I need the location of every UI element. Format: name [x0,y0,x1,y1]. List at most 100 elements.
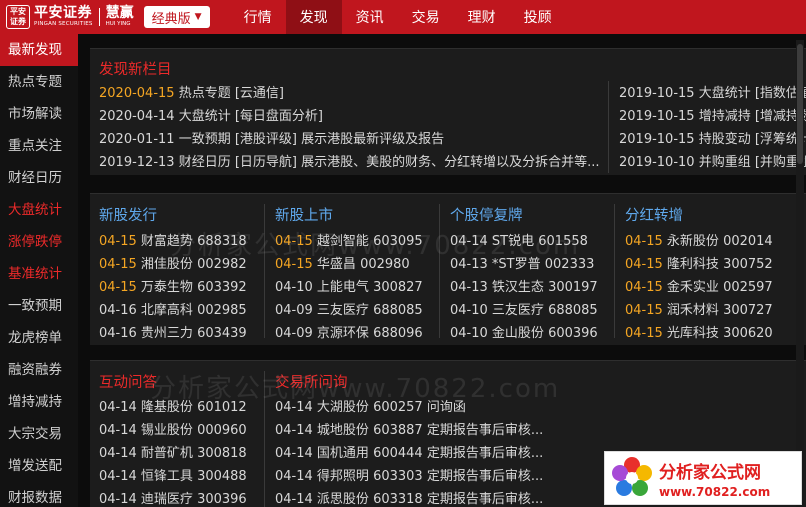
new-column-item[interactable]: 2020-04-15 热点专题 [云通信] [99,82,284,101]
new-column-item[interactable]: 2019-10-15 持股变动 [浮筹统计 [619,128,806,147]
sidebar-item-placement[interactable]: 增发送配 [0,450,78,482]
item-date: 04-16 [99,326,137,341]
item-text: 热点专题 [云通信] [174,86,284,101]
new-column-item[interactable]: 2020-04-14 大盘统计 [每日盘面分析] [99,105,323,124]
listing-title[interactable]: 新股上市 [275,204,333,225]
item-date: 04-16 [99,303,137,318]
new-column-item[interactable]: 2020-01-11 一致预期 [港股评级] 展示港股最新评级及报告 [99,128,444,147]
new-columns-title: 发现新栏目 [99,62,172,78]
nav-tab-discover[interactable]: 发现 [285,0,342,34]
list-item[interactable]: 04-14 恒锋工具 300488 [99,465,247,484]
list-item[interactable]: 04-14 ST锐电 601558 [450,230,588,249]
sidebar-item-focus[interactable]: 重点关注 [0,130,78,162]
item-date: 04-14 [99,423,137,438]
list-item[interactable]: 04-15 湘佳股份 002982 [99,253,247,272]
list-item[interactable]: 04-15 润禾材料 300727 [625,299,773,318]
stock-name: 贵州三力 [140,326,193,341]
list-item[interactable]: 04-16 北摩高科 002985 [99,299,247,318]
sidebar-item-benchmark-stats[interactable]: 基准统计 [0,258,78,290]
list-item[interactable]: 04-15 华盛昌 002980 [275,253,410,272]
stock-name: 华盛昌 [316,257,356,272]
sidebar-item-latest[interactable]: 最新发现 [0,34,78,66]
scrollbar-thumb[interactable] [797,44,803,164]
list-item[interactable]: 04-14 耐普矿机 300818 [99,442,247,461]
list-item[interactable]: 04-16 贵州三力 603439 [99,322,247,341]
resume-title[interactable]: 个股停复牌 [450,204,523,225]
list-item[interactable]: 04-10 上能电气 300827 [275,276,423,295]
new-column-item[interactable]: 2019-10-10 并购重组 [并购重组 [619,151,806,170]
item-date: 04-10 [450,326,488,341]
list-item[interactable]: 04-14 隆基股份 601012 [99,396,247,415]
product-name: 慧赢 [105,5,134,22]
stock-name: 万泰生物 [140,280,193,295]
qa-title[interactable]: 互动问答 [99,371,157,392]
nav-tab-wealth[interactable]: 理财 [454,0,510,34]
list-item[interactable]: 04-14 锡业股份 000960 [99,419,247,438]
sidebar-item-margin[interactable]: 融资融券 [0,354,78,386]
edition-label: 经典版 [151,11,191,27]
stock-code: 601012 [197,400,247,415]
item-text: 持股变动 [浮筹统计 [694,132,806,147]
list-item[interactable]: 04-14 得邦照明 603303 定期报告事后审核... [275,465,543,484]
item-date: 04-13 [450,280,488,295]
list-item[interactable]: 04-15 永新股份 002014 [625,230,773,249]
list-item[interactable]: 04-09 京源环保 688096 [275,322,423,341]
sidebar-item-limit-up-down[interactable]: 涨停跌停 [0,226,78,258]
inquiry-title[interactable]: 交易所问询 [275,371,348,392]
sidebar-item-financials[interactable]: 财报数据 [0,482,78,507]
list-item[interactable]: 04-14 大湖股份 600257 问询函 [275,396,466,415]
new-column-item[interactable]: 2019-10-15 增持减持 [增减持数 [619,105,806,124]
item-text: 财经日历 [日历导航] 展示港股、美股的财务、分红转增以及分拆合并等... [174,155,600,170]
list-item[interactable]: 04-14 派思股份 603318 定期报告事后审核... [275,488,543,507]
list-item[interactable]: 04-10 三友医疗 688085 [450,299,598,318]
nav-tab-market[interactable]: 行情 [230,0,286,34]
list-item[interactable]: 04-15 财富趋势 688318 [99,230,247,249]
item-text: 并购重组 [并购重组 [694,155,806,170]
list-item[interactable]: 04-15 光库科技 300620 [625,322,773,341]
stock-code: 002980 [360,257,410,272]
item-date: 2019-10-15 [619,132,695,147]
list-item[interactable]: 04-15 隆利科技 300752 [625,253,773,272]
sidebar-item-market-stats[interactable]: 大盘统计 [0,194,78,226]
list-item[interactable]: 04-15 万泰生物 603392 [99,276,247,295]
list-item[interactable]: 04-14 城地股份 603887 定期报告事后审核... [275,419,543,438]
stock-name: 财富趋势 [140,234,193,249]
nav-tab-trade[interactable]: 交易 [398,0,454,34]
dividend-title[interactable]: 分红转增 [625,204,683,225]
list-item[interactable]: 04-09 三友医疗 688085 [275,299,423,318]
nav-tab-advisor[interactable]: 投顾 [510,0,566,34]
brand-name-block: 平安证券 PINGAN SECURITIES [34,6,93,28]
stock-name: 润禾材料 [666,303,719,318]
stock-code: 000960 [197,423,247,438]
new-column-item[interactable]: 2019-12-13 财经日历 [日历导航] 展示港股、美股的财务、分红转增以及… [99,151,600,170]
inquiry-desc: 问询函 [426,400,466,415]
sidebar-item-market-analysis[interactable]: 市场解读 [0,98,78,130]
list-item[interactable]: 04-14 迪瑞医疗 300396 [99,488,247,507]
nav-tab-news[interactable]: 资讯 [342,0,398,34]
item-date: 2020-04-15 [99,86,175,101]
brand-logo[interactable]: 平安 证券 平安证券 PINGAN SECURITIES 慧赢 HUI YING [0,0,134,34]
item-date: 04-14 [275,423,313,438]
new-column-item[interactable]: 2019-10-15 大盘统计 [指数估值 [619,82,806,101]
sidebar-item-dragon-tiger[interactable]: 龙虎榜单 [0,322,78,354]
sidebar-item-calendar[interactable]: 财经日历 [0,162,78,194]
column-divider [608,81,609,173]
ipo-title[interactable]: 新股发行 [99,204,157,225]
sidebar-item-hot-topics[interactable]: 热点专题 [0,66,78,98]
list-item[interactable]: 04-10 金山股份 600396 [450,322,598,341]
sidebar-item-consensus[interactable]: 一致预期 [0,290,78,322]
list-item[interactable]: 04-13 *ST罗普 002333 [450,253,594,272]
sidebar-item-holdings-change[interactable]: 增持减持 [0,386,78,418]
edition-select[interactable]: 经典版 ▼ [143,6,210,28]
list-item[interactable]: 04-13 铁汉生态 300197 [450,276,598,295]
list-item[interactable]: 04-15 越剑智能 603095 [275,230,423,249]
list-item[interactable]: 04-14 国机通用 600444 定期报告事后审核... [275,442,543,461]
item-text: 一致预期 [港股评级] 展示港股最新评级及报告 [174,132,445,147]
stock-name: 恒锋工具 [140,469,193,484]
stock-code: 688318 [197,234,247,249]
sidebar-item-block-trade[interactable]: 大宗交易 [0,418,78,450]
stock-code: 300197 [548,280,598,295]
list-item[interactable]: 04-15 金禾实业 002597 [625,276,773,295]
stock-name: 越剑智能 [316,234,369,249]
stock-name: 隆利科技 [666,257,719,272]
